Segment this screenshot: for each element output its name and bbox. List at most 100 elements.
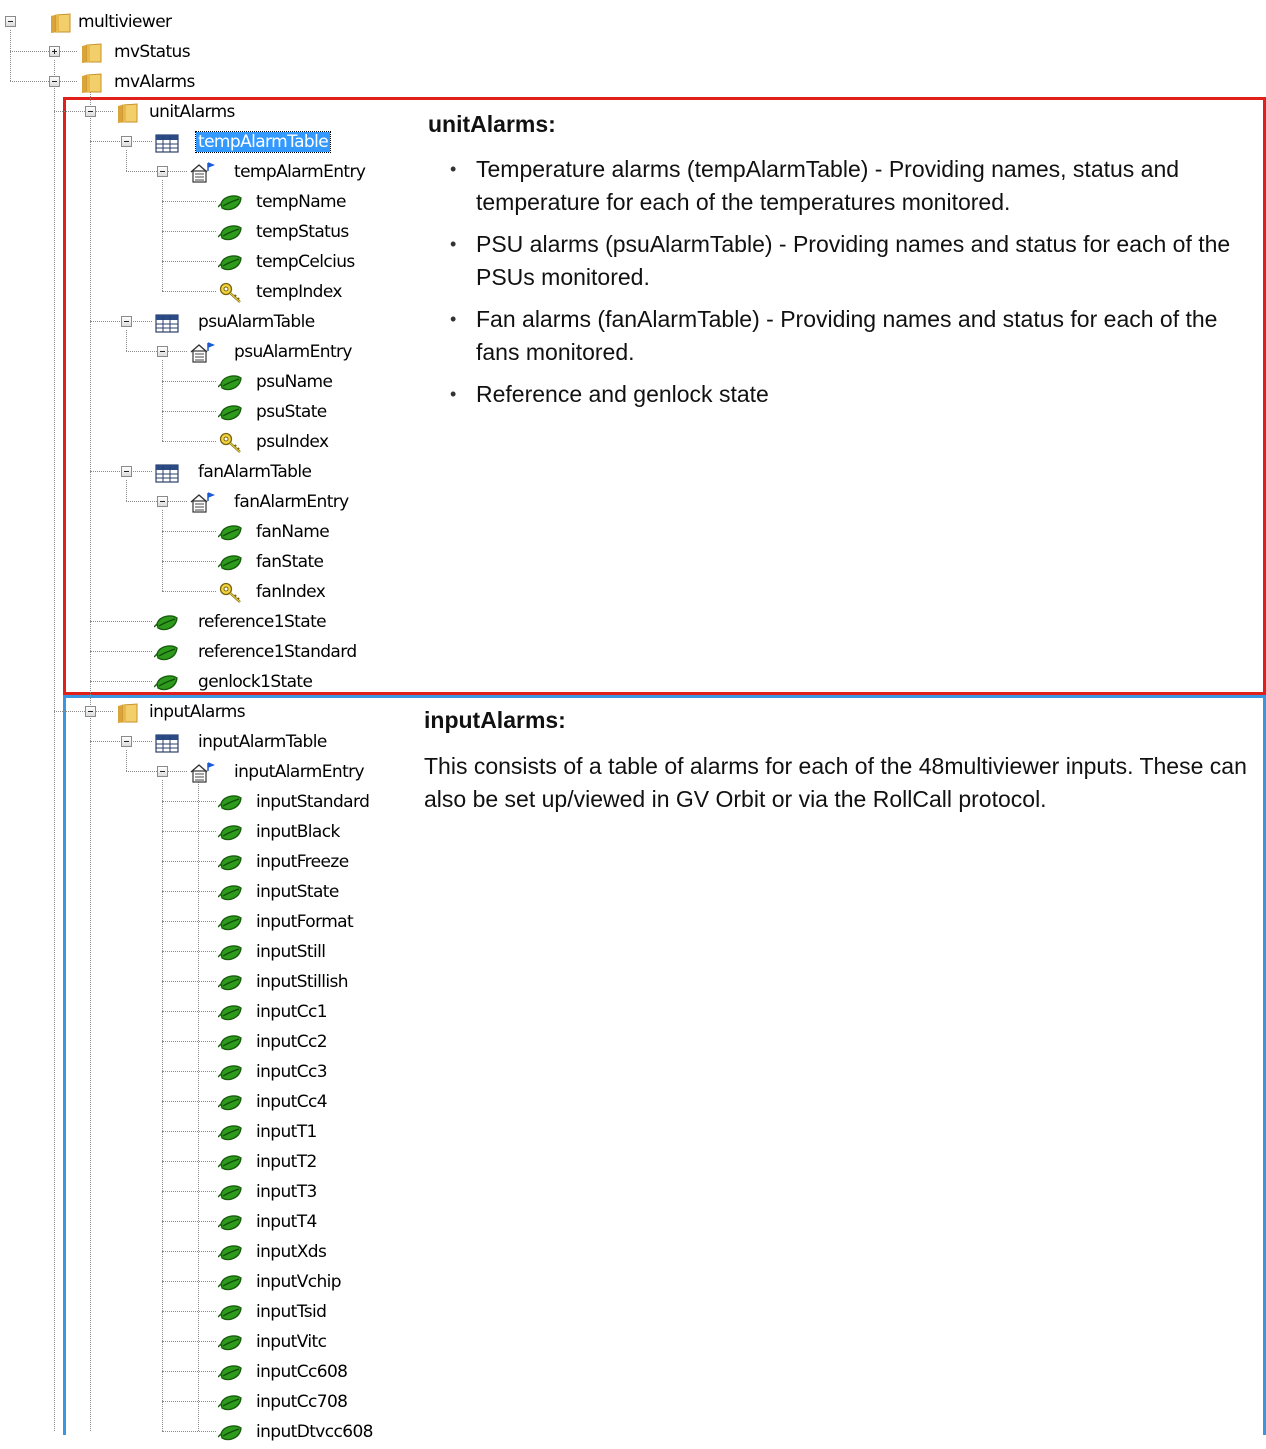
tree-node[interactable]: fanIndex xyxy=(0,578,420,608)
collapse-toggle[interactable] xyxy=(157,166,168,177)
tree-connector-line xyxy=(162,801,216,802)
tree-node[interactable]: fanAlarmEntry xyxy=(0,488,420,518)
leaf-icon xyxy=(217,1091,244,1115)
tree-node[interactable]: psuAlarmTable xyxy=(0,308,420,338)
tree-node[interactable]: inputCc708 xyxy=(0,1388,420,1418)
tree-node[interactable]: inputCc3 xyxy=(0,1058,420,1088)
tree-node[interactable]: inputCc2 xyxy=(0,1028,420,1058)
tree-node[interactable]: fanName xyxy=(0,518,420,548)
tree-node[interactable]: psuName xyxy=(0,368,420,398)
tree-node[interactable]: inputAlarms xyxy=(0,698,420,728)
tree-connector-line xyxy=(54,711,113,712)
tree-node[interactable]: inputCc608 xyxy=(0,1358,420,1388)
leaf-icon xyxy=(217,371,244,395)
tree-node[interactable]: mvStatus xyxy=(0,38,420,68)
tree-node[interactable]: inputAlarmTable xyxy=(0,728,420,758)
key-icon xyxy=(218,581,244,605)
tree-node-label: reference1Standard xyxy=(198,642,357,662)
tree-node[interactable]: inputStill xyxy=(0,938,420,968)
tree-node[interactable]: tempAlarmEntry xyxy=(0,158,420,188)
leaf-icon xyxy=(217,821,244,845)
tree-node[interactable]: inputState xyxy=(0,878,420,908)
tree-node[interactable]: inputCc4 xyxy=(0,1088,420,1118)
tree-node-label: inputCc3 xyxy=(256,1062,328,1082)
tree-node[interactable]: inputVchip xyxy=(0,1268,420,1298)
tree-node-label: inputCc4 xyxy=(256,1092,328,1112)
tree-node[interactable]: inputVitc xyxy=(0,1328,420,1358)
tree-node[interactable]: fanState xyxy=(0,548,420,578)
tree-node[interactable]: inputTsid xyxy=(0,1298,420,1328)
leaf-icon xyxy=(217,911,244,935)
collapse-toggle[interactable] xyxy=(157,496,168,507)
tree-node[interactable]: mvAlarms xyxy=(0,68,420,98)
tree-node-label: inputCc2 xyxy=(256,1032,328,1052)
tree-node[interactable]: inputFormat xyxy=(0,908,420,938)
tree-connector-line xyxy=(162,1431,216,1432)
tree-node[interactable]: tempIndex xyxy=(0,278,420,308)
tree-node[interactable]: inputT1 xyxy=(0,1118,420,1148)
tree-node[interactable]: reference1Standard xyxy=(0,638,420,668)
tree-node[interactable]: inputT2 xyxy=(0,1148,420,1178)
collapse-toggle[interactable] xyxy=(121,136,132,147)
leaf-icon xyxy=(217,1361,244,1385)
tree-connector-line xyxy=(162,1311,216,1312)
tree-node[interactable]: multiviewer xyxy=(0,8,420,38)
tree-connector-line xyxy=(162,1041,216,1042)
tree-node-label: inputCc608 xyxy=(256,1362,348,1382)
unit-alarms-panel: unitAlarms: Temperature alarms (tempAlar… xyxy=(428,111,1258,420)
tree-node-label: inputVchip xyxy=(256,1272,342,1292)
expand-toggle[interactable] xyxy=(49,46,60,57)
tree-node[interactable]: genlock1State xyxy=(0,668,420,698)
collapse-toggle[interactable] xyxy=(157,766,168,777)
tree-node[interactable]: inputStandard xyxy=(0,788,420,818)
collapse-toggle[interactable] xyxy=(121,736,132,747)
tree-node-label: fanState xyxy=(256,552,324,572)
tree-node[interactable]: inputCc1 xyxy=(0,998,420,1028)
collapse-toggle[interactable] xyxy=(85,106,96,117)
tree-node[interactable]: psuIndex xyxy=(0,428,420,458)
tree-node[interactable]: fanAlarmTable xyxy=(0,458,420,488)
collapse-toggle[interactable] xyxy=(121,466,132,477)
tree-node[interactable]: unitAlarms xyxy=(0,98,420,128)
tree-node-label: inputTsid xyxy=(256,1302,327,1322)
leaf-icon xyxy=(217,1001,244,1025)
entry-icon xyxy=(189,161,216,185)
tree-connector-line xyxy=(162,1281,216,1282)
tree-node[interactable]: inputT4 xyxy=(0,1208,420,1238)
collapse-toggle[interactable] xyxy=(49,76,60,87)
tree-node-label: inputDtvcc608 xyxy=(256,1422,373,1442)
tree-node-label: tempCelcius xyxy=(256,252,355,272)
tree-connector-line xyxy=(10,51,77,52)
leaf-icon xyxy=(217,851,244,875)
tree-connector-line xyxy=(90,621,152,622)
tree-node[interactable]: tempCelcius xyxy=(0,248,420,278)
tree-connector-line xyxy=(162,861,216,862)
tree-node[interactable]: inputXds xyxy=(0,1238,420,1268)
leaf-icon xyxy=(217,221,244,245)
tree-node-label: tempName xyxy=(256,192,346,212)
tree-connector-line xyxy=(162,411,216,412)
tree-node[interactable]: tempName xyxy=(0,188,420,218)
collapse-toggle[interactable] xyxy=(157,346,168,357)
collapse-toggle[interactable] xyxy=(121,316,132,327)
entry-icon xyxy=(189,491,216,515)
collapse-toggle[interactable] xyxy=(5,16,16,27)
tree-node[interactable]: reference1State xyxy=(0,608,420,638)
tree-node-label: inputXds xyxy=(256,1242,327,1262)
tree-node[interactable]: inputFreeze xyxy=(0,848,420,878)
collapse-toggle[interactable] xyxy=(85,706,96,717)
tree-node[interactable]: inputDtvcc608 xyxy=(0,1418,420,1448)
tree-connector-line xyxy=(162,1251,216,1252)
tree-connector-line xyxy=(162,291,216,292)
tree-node[interactable]: inputBlack xyxy=(0,818,420,848)
tree-node[interactable]: psuState xyxy=(0,398,420,428)
tree-node[interactable]: inputT3 xyxy=(0,1178,420,1208)
tree-node-label: psuState xyxy=(256,402,327,422)
tree-node[interactable]: inputAlarmEntry xyxy=(0,758,420,788)
tree-node[interactable]: tempStatus xyxy=(0,218,420,248)
tree-node-label: mvAlarms xyxy=(114,72,195,92)
tree-node[interactable]: inputStillish xyxy=(0,968,420,998)
leaf-icon xyxy=(217,1031,244,1055)
tree-node[interactable]: tempAlarmTable xyxy=(0,128,420,158)
tree-node[interactable]: psuAlarmEntry xyxy=(0,338,420,368)
